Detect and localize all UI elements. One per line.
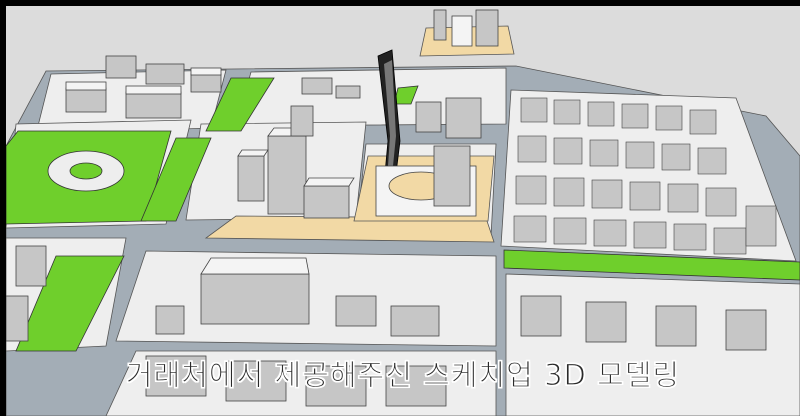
image-caption: 거래처에서 제공해주신 스케치업 3D 모델링 [125,357,681,392]
park-fountain [69,162,103,180]
sketchup-3d-render: 거래처에서 제공해주신 스케치업 3D 모델링 [6,6,800,416]
image-frame: 거래처에서 제공해주신 스케치업 3D 모델링 [0,0,800,416]
